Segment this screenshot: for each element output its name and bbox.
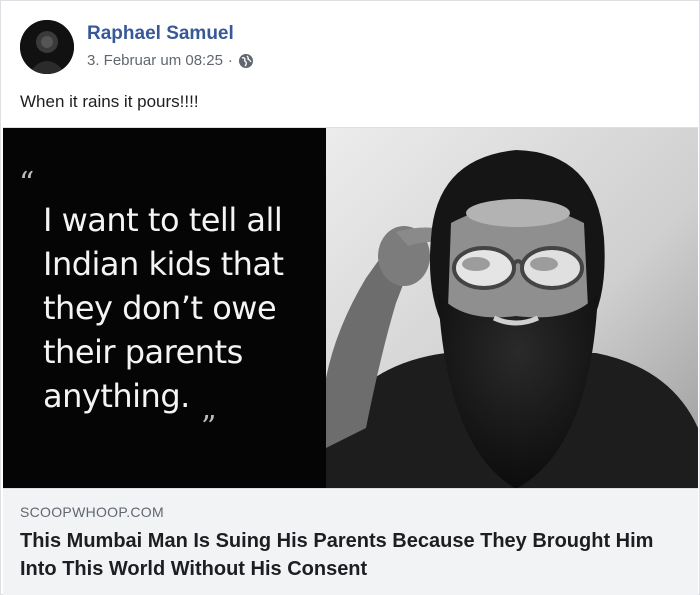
avatar[interactable]: [20, 20, 74, 74]
link-preview-card[interactable]: SCOOPWHOOP.COM This Mumbai Man Is Suing …: [3, 488, 698, 595]
post-message: When it rains it pours!!!!: [20, 92, 199, 111]
facebook-post: Raphael Samuel 3. Februar um 08:25 · Whe…: [0, 0, 700, 595]
link-preview-image[interactable]: “ I want to tell all Indian kids that th…: [3, 127, 698, 489]
quote-line: I want to tell all: [43, 201, 283, 239]
post-timestamp[interactable]: 3. Februar um 08:25: [87, 52, 223, 69]
author-name[interactable]: Raphael Samuel: [87, 23, 234, 45]
quote-line: their parents: [43, 333, 243, 371]
post-header: Raphael Samuel 3. Februar um 08:25 ·: [1, 1, 699, 83]
portrait-photo: [326, 128, 698, 489]
quote-line: Indian kids that: [43, 245, 284, 283]
quote-close-mark: ”: [201, 410, 217, 445]
meta-separator: ·: [227, 52, 233, 69]
quote-line: they don’t owe: [43, 289, 277, 327]
quote-line: anything.: [43, 377, 190, 415]
quote-panel: “ I want to tell all Indian kids that th…: [3, 128, 326, 489]
globe-icon[interactable]: [238, 53, 254, 69]
link-title[interactable]: This Mumbai Man Is Suing His Parents Bec…: [20, 527, 690, 583]
avatar-image: [20, 20, 74, 74]
quote-text: I want to tell all Indian kids that they…: [43, 198, 313, 418]
link-domain: SCOOPWHOOP.COM: [20, 504, 164, 520]
quote-open-mark: “: [19, 166, 35, 201]
post-meta: 3. Februar um 08:25 ·: [87, 52, 254, 69]
